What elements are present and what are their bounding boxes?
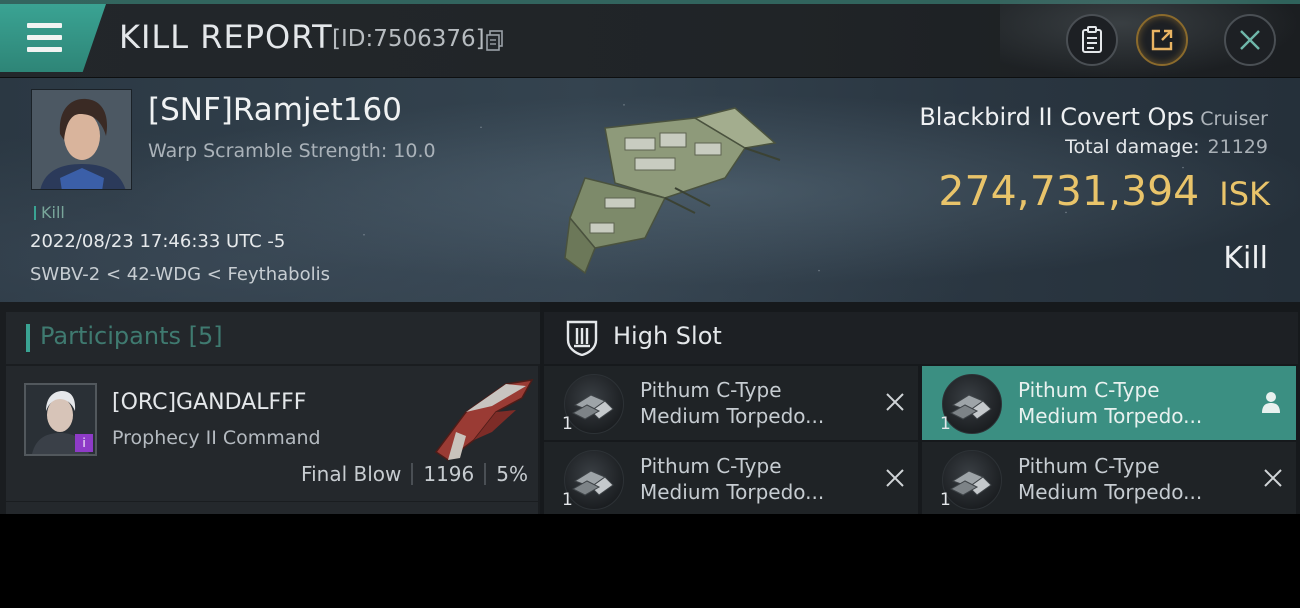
module-name-line1: Pithum C-Type [640, 454, 782, 478]
participants-accent-bar [26, 324, 30, 352]
participants-panel: Participants [5] i [ORC]GANDALFFF Prophe… [0, 302, 540, 514]
copy-icon[interactable] [486, 30, 504, 51]
module-icon [942, 374, 1002, 434]
victim-ship-render[interactable] [545, 88, 785, 288]
participant-row[interactable]: i [ORC]GANDALFFF Prophecy II Command Fin… [6, 366, 538, 501]
high-slot-label: High Slot [613, 322, 722, 350]
isk-value: 274,731,394 ISK [938, 167, 1270, 215]
victim-panel: [SNF]Ramjet160 Warp Scramble Strength: 1… [0, 78, 1300, 302]
menu-button[interactable] [0, 4, 106, 72]
kill-tag: Kill [34, 203, 65, 222]
module-name: Pithum C-Type Medium Torpedo... [1018, 453, 1202, 505]
page-title: KILL REPORT [119, 18, 333, 56]
destroyed-x-icon [886, 469, 904, 487]
victim-portrait[interactable] [31, 89, 132, 190]
participant-ship-render [434, 379, 534, 461]
victim-pilot-name[interactable]: [SNF]Ramjet160 [148, 92, 402, 128]
kill-datetime: 2022/08/23 17:46:33 UTC -5 [30, 231, 286, 252]
victim-ship-name[interactable]: Blackbird II Covert Ops Cruiser [919, 103, 1268, 131]
participant-badge: i [75, 434, 93, 452]
module-name: Pithum C-Type Medium Torpedo... [1018, 377, 1202, 429]
person-icon [1262, 392, 1280, 413]
participant-avatar[interactable]: i [24, 383, 97, 456]
total-damage-value: 21129 [1207, 136, 1268, 158]
participant-name[interactable]: [ORC]GANDALFFF [112, 390, 306, 415]
warp-scramble-strength: Warp Scramble Strength: 10.0 [148, 140, 436, 162]
menu-icon-line [27, 35, 62, 40]
module-name-line1: Pithum C-Type [1018, 454, 1160, 478]
module-name-line1: Pithum C-Type [640, 378, 782, 402]
header-bar: KILL REPORT [ID:7506376] [0, 0, 1300, 78]
kill-report-screen: KILL REPORT [ID:7506376] [SNF]Ramjet160 … [0, 0, 1300, 514]
module-name-line2: Medium Torpedo... [1018, 480, 1203, 504]
module-name-line2: Medium Torpedo... [640, 480, 825, 504]
participants-header[interactable]: Participants [5] [6, 312, 540, 364]
module-name-line2: Medium Torpedo... [640, 404, 825, 428]
module-name: Pithum C-Type Medium Torpedo... [640, 453, 824, 505]
module-quantity: 1 [940, 490, 951, 510]
menu-icon-line [27, 23, 62, 28]
module-name-line1: Pithum C-Type [1018, 378, 1160, 402]
fitting-panel: High Slot 1 Pithum C-Type Medium Torpedo.… [540, 302, 1300, 514]
module-quantity: 1 [562, 490, 573, 510]
final-blow-label: Final Blow [301, 462, 402, 486]
ship-class: Cruiser [1200, 108, 1268, 130]
total-damage: Total damage: 21129 [1065, 136, 1268, 158]
module-name: Pithum C-Type Medium Torpedo... [640, 377, 824, 429]
module-slot-selected[interactable]: 1 Pithum C-Type Medium Torpedo... [922, 366, 1296, 440]
module-quantity: 1 [940, 414, 951, 434]
close-icon [1240, 30, 1260, 50]
module-slot[interactable]: 1 Pithum C-Type Medium Torpedo... [544, 366, 918, 440]
isk-amount: 274,731,394 [938, 167, 1200, 215]
participant-row[interactable] [6, 502, 538, 514]
module-icon [564, 374, 624, 434]
kill-location[interactable]: SWBV-2 < 42-WDG < Feythabolis [30, 264, 330, 285]
victim-portrait-image [32, 90, 131, 189]
stat-divider [484, 463, 487, 485]
ship-type: Blackbird II Covert Ops [919, 103, 1195, 131]
clipboard-button[interactable] [1066, 14, 1118, 66]
kill-id: [ID:7506376] [332, 26, 485, 52]
participant-ship: Prophecy II Command [112, 427, 321, 449]
stat-divider [411, 463, 414, 485]
participant-damage: 1196 [423, 462, 475, 486]
module-slot[interactable]: 1 Pithum C-Type Medium Torpedo... [544, 442, 918, 514]
close-button[interactable] [1224, 14, 1276, 66]
module-slot[interactable]: 1 Pithum C-Type Medium Torpedo... [922, 442, 1296, 514]
total-damage-label: Total damage: [1065, 136, 1200, 158]
share-button[interactable] [1136, 14, 1188, 66]
kill-type-label: Kill [1223, 241, 1268, 276]
module-name-line2: Medium Torpedo... [1018, 404, 1203, 428]
participants-label: Participants [5] [40, 322, 223, 350]
share-icon [1151, 29, 1173, 51]
module-quantity: 1 [562, 414, 573, 434]
participant-stats: Final Blow 1196 5% [301, 462, 528, 486]
module-icon [564, 450, 624, 510]
module-icon [942, 450, 1002, 510]
high-slot-header: High Slot [544, 312, 1298, 364]
destroyed-x-icon [1264, 469, 1282, 487]
clipboard-icon [1082, 26, 1102, 53]
menu-icon-line [27, 47, 62, 52]
participant-percent: 5% [496, 462, 528, 486]
destroyed-x-icon [886, 393, 904, 411]
high-slot-icon [566, 320, 598, 356]
isk-unit: ISK [1219, 175, 1270, 213]
